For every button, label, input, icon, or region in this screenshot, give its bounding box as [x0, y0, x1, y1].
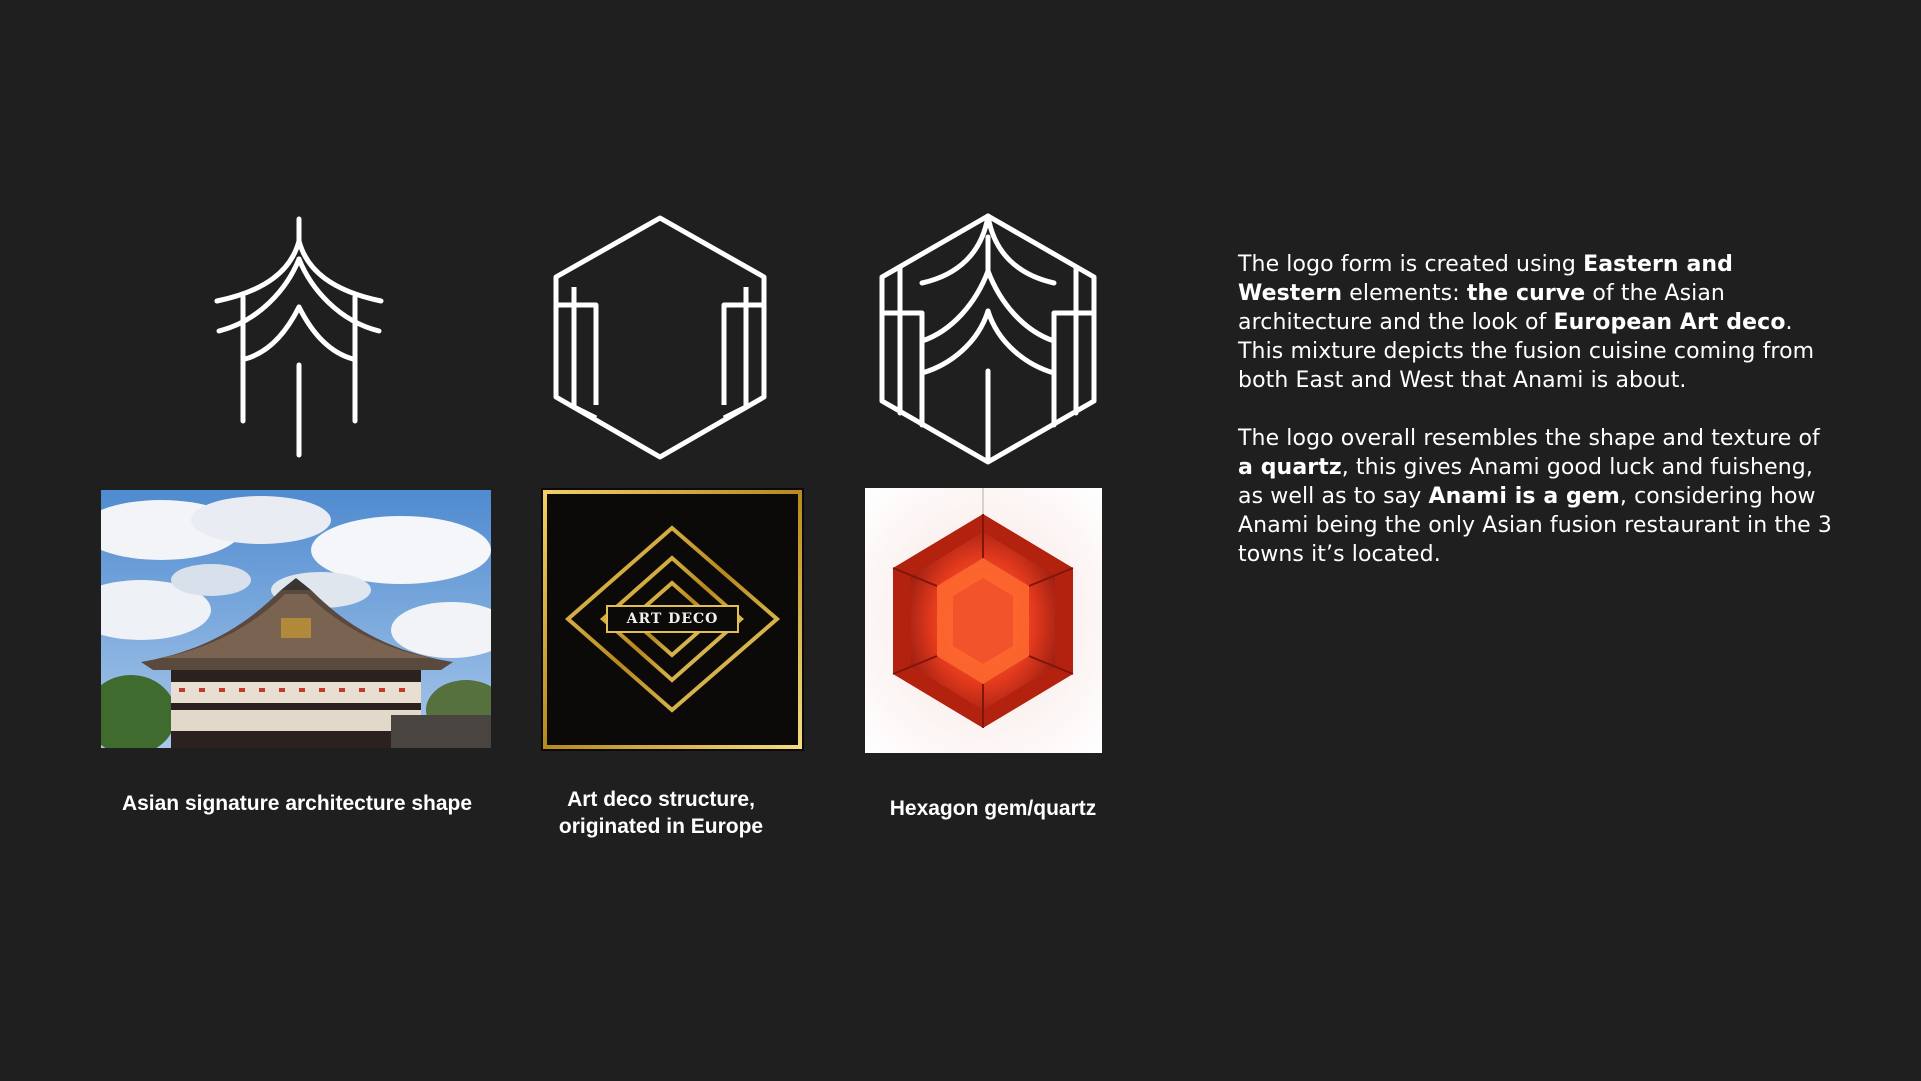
caption-art-deco-line1: Art deco structure, — [567, 788, 755, 811]
caption-art-deco-line2: originated in Europe — [558, 815, 764, 838]
art-deco-image-text: ART DECO — [626, 611, 719, 627]
art-deco-gold-pattern: ART DECO — [541, 488, 804, 751]
caption-hexagon-gem: Hexagon gem/quartz — [889, 797, 1097, 820]
caption-art-deco: Art deco structure, originated in Europe — [520, 786, 802, 840]
description-paragraph-2: The logo overall resembles the shape and… — [1238, 426, 1832, 567]
hexagon-gem-logo-icon — [878, 213, 1098, 465]
asian-temple-photo — [101, 490, 491, 748]
red-hexagon-quartz-photo — [865, 488, 1102, 753]
hexagon-art-deco-icon — [552, 215, 768, 460]
logo-description: The logo form is created using Eastern a… — [1238, 250, 1838, 598]
caption-asian-architecture: Asian signature architecture shape — [121, 792, 473, 815]
description-paragraph-1: The logo form is created using Eastern a… — [1238, 252, 1815, 393]
pagoda-roof-icon — [205, 215, 385, 460]
